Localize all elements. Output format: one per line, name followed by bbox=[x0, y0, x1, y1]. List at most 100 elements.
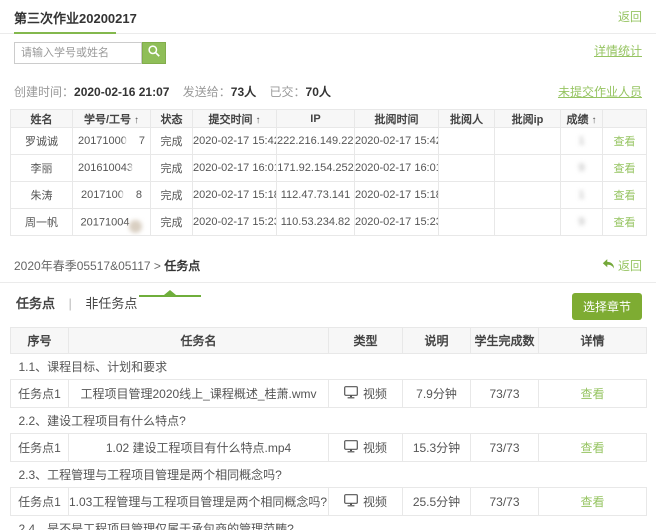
sort-asc-icon[interactable]: ↑ bbox=[592, 115, 597, 126]
col-task-name: 任务名 bbox=[69, 328, 329, 354]
table-row: 李丽 201610043 完成 2020-02-17 16:01 171.92.… bbox=[11, 155, 647, 182]
submit-time: 2020-02-17 16:01 bbox=[193, 155, 277, 182]
unsubmitted-link[interactable]: 未提交作业人员 bbox=[558, 83, 642, 100]
review-ip bbox=[495, 128, 561, 155]
sent-value: 73人 bbox=[231, 85, 256, 99]
sent-label: 发送给： bbox=[183, 85, 231, 99]
tab-non-task-points[interactable]: 非任务点 bbox=[83, 293, 139, 312]
tasks-header-row: 序号 任务名 类型 说明 学生完成数 详情 bbox=[11, 328, 647, 354]
page-title: 第三次作业20200217 bbox=[14, 8, 137, 27]
select-chapter-button[interactable]: 选择章节 bbox=[572, 293, 642, 320]
breadcrumb-course[interactable]: 2020年春季05517&05117 bbox=[14, 259, 151, 273]
tabs: 任务点 | 非任务点 bbox=[14, 293, 139, 313]
view-link[interactable]: 查看 bbox=[614, 190, 636, 202]
video-monitor-icon bbox=[344, 440, 358, 456]
stats-link[interactable]: 详情统计 bbox=[594, 42, 642, 59]
back-link[interactable]: 返回 bbox=[618, 8, 642, 25]
score: 1 bbox=[561, 128, 603, 155]
sort-asc-icon[interactable]: ↑ bbox=[256, 115, 261, 126]
student-name: 罗诚诚 bbox=[11, 128, 73, 155]
col-submit-time[interactable]: 提交时间↑ bbox=[193, 110, 277, 128]
status: 完成 bbox=[151, 155, 193, 182]
title-underline bbox=[14, 32, 116, 34]
submit-time: 2020-02-17 15:42 bbox=[193, 128, 277, 155]
score: 1 bbox=[561, 182, 603, 209]
submit-time: 2020-02-17 15:18 bbox=[193, 182, 277, 209]
review-time: 2020-02-17 15:18 bbox=[355, 182, 439, 209]
view-link[interactable]: 查看 bbox=[580, 387, 604, 401]
tasks-toolbar: 任务点 | 非任务点 选择章节 bbox=[14, 293, 642, 323]
col-duration: 说明 bbox=[403, 328, 471, 354]
review-time: 2020-02-17 16:01 bbox=[355, 155, 439, 182]
homework-meta: 创建时间：2020-02-16 21:07 发送给：73人 已交：70人 未提交… bbox=[14, 83, 642, 100]
col-action bbox=[603, 110, 647, 128]
chapter-row: 2.3、工程管理与工程项目管理是两个相同概念吗? bbox=[11, 462, 647, 488]
search-row: 详情统计 bbox=[14, 42, 642, 66]
col-seq: 序号 bbox=[11, 328, 69, 354]
video-monitor-icon bbox=[344, 386, 358, 402]
task-seq: 任务点1 bbox=[11, 434, 69, 462]
status: 完成 bbox=[151, 128, 193, 155]
blur-redaction bbox=[129, 220, 142, 233]
student-name: 李丽 bbox=[11, 155, 73, 182]
table-row: 罗诚诚 201710007 完成 2020-02-17 15:42 222.21… bbox=[11, 128, 647, 155]
search-button[interactable] bbox=[142, 42, 166, 64]
task-completed: 73/73 bbox=[471, 488, 539, 516]
task-name: 1.02 建设工程项目有什么特点.mp4 bbox=[69, 434, 329, 462]
task-name: 工程项目管理2020线上_课程概述_桂萧.wmv bbox=[69, 380, 329, 408]
submitted-value: 70人 bbox=[306, 85, 331, 99]
chapter-title: 1.1、课程目标、计划和要求 bbox=[11, 354, 647, 380]
view-link[interactable]: 查看 bbox=[614, 163, 636, 175]
blur-redaction bbox=[133, 164, 145, 173]
ip: 110.53.234.82 bbox=[277, 209, 355, 236]
task-seq: 任务点1 bbox=[11, 380, 69, 408]
student-id: 20171008 bbox=[73, 182, 151, 209]
view-link[interactable]: 查看 bbox=[614, 136, 636, 148]
breadcrumb-current: 任务点 bbox=[164, 259, 200, 273]
col-review-time: 批阅时间 bbox=[355, 110, 439, 128]
task-completed: 73/73 bbox=[471, 380, 539, 408]
chapter-row: 1.1、课程目标、计划和要求 bbox=[11, 354, 647, 380]
created-label: 创建时间： bbox=[14, 85, 74, 99]
chapter-title: 2.2、建设工程项目有什么特点? bbox=[11, 408, 647, 434]
score: 9 bbox=[561, 209, 603, 236]
submitted-label: 已交： bbox=[270, 85, 306, 99]
view-link[interactable]: 查看 bbox=[580, 495, 604, 509]
task-row: 任务点1 1.02 建设工程项目有什么特点.mp4 视频 15.3分钟 73/7… bbox=[11, 434, 647, 462]
reviewer bbox=[439, 128, 495, 155]
ip: 112.47.73.141 bbox=[277, 182, 355, 209]
status: 完成 bbox=[151, 209, 193, 236]
student-name: 朱涛 bbox=[11, 182, 73, 209]
reviewer bbox=[439, 209, 495, 236]
tab-task-points[interactable]: 任务点 bbox=[14, 293, 57, 312]
sort-asc-icon[interactable]: ↑ bbox=[134, 115, 139, 126]
view-link[interactable]: 查看 bbox=[580, 441, 604, 455]
student-id: 20171004 bbox=[73, 209, 151, 236]
review-time: 2020-02-17 15:23 bbox=[355, 209, 439, 236]
search-icon bbox=[147, 44, 161, 63]
view-link[interactable]: 查看 bbox=[614, 217, 636, 229]
breadcrumb-separator: > bbox=[154, 259, 161, 273]
task-points-table: 序号 任务名 类型 说明 学生完成数 详情 1.1、课程目标、计划和要求 任务点… bbox=[10, 327, 647, 530]
task-duration: 25.5分钟 bbox=[403, 488, 471, 516]
reviewer bbox=[439, 182, 495, 209]
review-ip bbox=[495, 155, 561, 182]
ip: 222.216.149.226 bbox=[277, 128, 355, 155]
col-reviewer: 批阅人 bbox=[439, 110, 495, 128]
chapter-title: 2.4、是不是工程项目管理仅属于承包商的管理范畴? bbox=[11, 516, 647, 530]
blur-redaction bbox=[124, 191, 136, 200]
search-input[interactable] bbox=[14, 42, 142, 64]
student-id: 201710007 bbox=[73, 128, 151, 155]
review-time: 2020-02-17 15:42 bbox=[355, 128, 439, 155]
task-seq: 任务点1 bbox=[11, 488, 69, 516]
review-ip bbox=[495, 209, 561, 236]
submissions-header-row: 姓名 学号/工号↑ 状态 提交时间↑ IP 批阅时间 批阅人 批阅ip 成绩↑ bbox=[11, 110, 647, 128]
col-review-ip: 批阅ip bbox=[495, 110, 561, 128]
homework-section: 第三次作业20200217 返回 详情统计 创建时间：2020-02-16 21… bbox=[0, 0, 656, 236]
task-duration: 15.3分钟 bbox=[403, 434, 471, 462]
col-student-id[interactable]: 学号/工号↑ bbox=[73, 110, 151, 128]
chapter-row: 2.2、建设工程项目有什么特点? bbox=[11, 408, 647, 434]
col-score[interactable]: 成绩↑ bbox=[561, 110, 603, 128]
back-link[interactable]: 返回 bbox=[602, 257, 642, 274]
submit-time: 2020-02-17 15:23 bbox=[193, 209, 277, 236]
